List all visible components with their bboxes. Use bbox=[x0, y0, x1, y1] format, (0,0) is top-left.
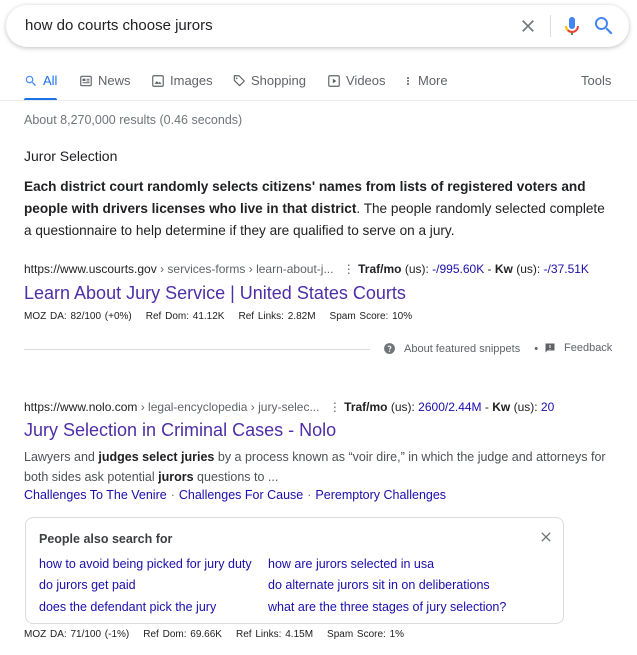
close-icon[interactable] bbox=[538, 529, 554, 545]
feedback-icon bbox=[545, 343, 555, 353]
tab-news[interactable]: News bbox=[79, 73, 131, 88]
help-icon bbox=[384, 343, 395, 354]
tab-more[interactable]: More bbox=[403, 73, 448, 88]
sitelink[interactable]: Peremptory Challenges bbox=[315, 488, 446, 502]
result-description: Lawyers and judges select juries by a pr… bbox=[24, 447, 624, 487]
snippet-divider bbox=[24, 349, 370, 350]
related-search-link[interactable]: do alternate jurors sit in on deliberati… bbox=[268, 578, 490, 592]
related-search-link[interactable]: how to avoid being picked for jury duty bbox=[39, 557, 252, 571]
ref-dom: Ref Dom: 69.66K bbox=[143, 629, 222, 640]
sitelink[interactable]: Challenges For Cause bbox=[179, 488, 303, 502]
seo-metrics: MOZ DA: 82/100 (+0%) Ref Dom: 41.12K Ref L… bbox=[24, 311, 426, 322]
play-icon bbox=[328, 74, 340, 87]
result-cite[interactable]: https://www.uscourts.gov › services-form… bbox=[24, 262, 589, 276]
keyword-label: Kw bbox=[492, 400, 511, 414]
about-label: About featured snippets bbox=[404, 342, 521, 355]
related-search-link[interactable]: how are jurors selected in usa bbox=[268, 557, 434, 571]
tab-videos[interactable]: Videos bbox=[327, 73, 386, 88]
sitelink[interactable]: Challenges To The Venire bbox=[24, 488, 167, 502]
ref-links: Ref Links: 2.82M bbox=[238, 311, 316, 322]
traffic-label: Traf/mo bbox=[358, 262, 402, 276]
microphone-icon[interactable] bbox=[560, 14, 584, 38]
spam-score: Spam Score: 10% bbox=[329, 311, 413, 322]
keyword-value[interactable]: -/37.51K bbox=[544, 262, 589, 276]
snippet-heading: Juror Selection bbox=[24, 148, 118, 164]
tab-label: All bbox=[43, 73, 58, 88]
result-title-link[interactable]: Learn About Jury Service | United States… bbox=[24, 283, 406, 304]
ref-links: Ref Links: 4.15M bbox=[235, 629, 314, 640]
tab-label: Shopping bbox=[251, 73, 306, 88]
result-stats: About 8,270,000 results (0.46 seconds) bbox=[24, 113, 243, 127]
keyword-value[interactable]: 20 bbox=[541, 400, 554, 414]
moz-da: MOZ DA: 71/100 (-1%) bbox=[24, 629, 130, 640]
search-bar: how do courts choose jurors bbox=[6, 5, 629, 47]
desc-text: questions to ... bbox=[193, 470, 279, 484]
tab-label: Images bbox=[170, 73, 213, 88]
snippet-body: Each district court randomly selects cit… bbox=[24, 176, 614, 242]
search-icon bbox=[25, 75, 36, 86]
feedback-button[interactable]: Feedback bbox=[544, 342, 612, 354]
related-search-link[interactable]: does the defendant pick the jury bbox=[39, 600, 216, 614]
more-vert-icon[interactable]: ⋮ bbox=[329, 400, 341, 414]
keyword-region: (us): bbox=[510, 400, 541, 414]
tabs-divider bbox=[0, 100, 637, 101]
traffic-value[interactable]: -/995.60K bbox=[432, 262, 484, 276]
desc-keyword: jurors bbox=[158, 470, 194, 484]
traffic-value[interactable]: 2600/2.44M bbox=[418, 400, 481, 414]
tab-label: Videos bbox=[346, 73, 386, 88]
sitelinks: Challenges To The Venire · Challenges For … bbox=[24, 488, 446, 502]
traffic-label: Traf/mo bbox=[344, 400, 388, 414]
sitelink-separator: · bbox=[307, 488, 312, 502]
separator-dot: • bbox=[534, 342, 539, 355]
search-input[interactable]: how do courts choose jurors bbox=[25, 17, 213, 34]
tab-label: More bbox=[418, 73, 448, 88]
seo-metrics: MOZ DA: 71/100 (-1%) Ref Dom: 69.66K Ref L… bbox=[24, 629, 418, 640]
image-icon bbox=[152, 74, 164, 87]
result-cite[interactable]: https://www.nolo.com › legal-encyclopedi… bbox=[24, 400, 554, 414]
related-search-link[interactable]: what are the three stages of jury select… bbox=[268, 600, 506, 614]
news-icon bbox=[80, 75, 92, 86]
clear-icon[interactable] bbox=[518, 16, 538, 36]
pase-title: People also search for bbox=[39, 532, 173, 546]
traffic-region: (us): bbox=[401, 262, 433, 276]
tools-label: Tools bbox=[581, 73, 612, 88]
desc-text: Lawyers and bbox=[24, 450, 99, 464]
moz-da: MOZ DA: 82/100 (+0%) bbox=[24, 311, 132, 322]
more-vert-icon bbox=[406, 76, 410, 85]
result-breadcrumbs: › legal-encyclopedia › jury-selec... bbox=[137, 400, 320, 414]
result-breadcrumbs: › services-forms › learn-about-j... bbox=[156, 262, 334, 276]
traffic-region: (us): bbox=[387, 400, 419, 414]
tab-shopping[interactable]: Shopping bbox=[232, 73, 306, 88]
search-bar-divider bbox=[550, 15, 551, 37]
keyword-region: (us): bbox=[512, 262, 544, 276]
ref-dom: Ref Dom: 41.12K bbox=[145, 311, 225, 322]
spam-score: Spam Score: 1% bbox=[327, 629, 405, 640]
tab-all[interactable]: All bbox=[24, 73, 57, 88]
tools-button[interactable]: Tools bbox=[581, 73, 611, 88]
keyword-label: Kw bbox=[494, 262, 513, 276]
result-title-link[interactable]: Jury Selection in Criminal Cases - Nolo bbox=[24, 420, 336, 441]
desc-keyword: judges select juries bbox=[98, 450, 215, 464]
tab-label: News bbox=[98, 73, 131, 88]
sitelink-separator: · bbox=[170, 488, 175, 502]
feedback-label: Feedback bbox=[564, 342, 613, 354]
tag-icon bbox=[233, 74, 245, 86]
related-search-link[interactable]: do jurors get paid bbox=[39, 578, 136, 592]
people-also-search-box: People also search for how to avoid bein… bbox=[25, 517, 564, 624]
more-vert-icon[interactable]: ⋮ bbox=[343, 262, 355, 276]
search-icon[interactable] bbox=[592, 14, 616, 38]
result-domain: https://www.uscourts.gov bbox=[24, 262, 157, 276]
search-tabs: All News Images Shopping Videos More Too… bbox=[0, 64, 637, 101]
about-featured-snippets[interactable]: About featured snippets • bbox=[383, 342, 544, 355]
result-domain: https://www.nolo.com bbox=[24, 400, 138, 414]
tab-images[interactable]: Images bbox=[151, 73, 213, 88]
